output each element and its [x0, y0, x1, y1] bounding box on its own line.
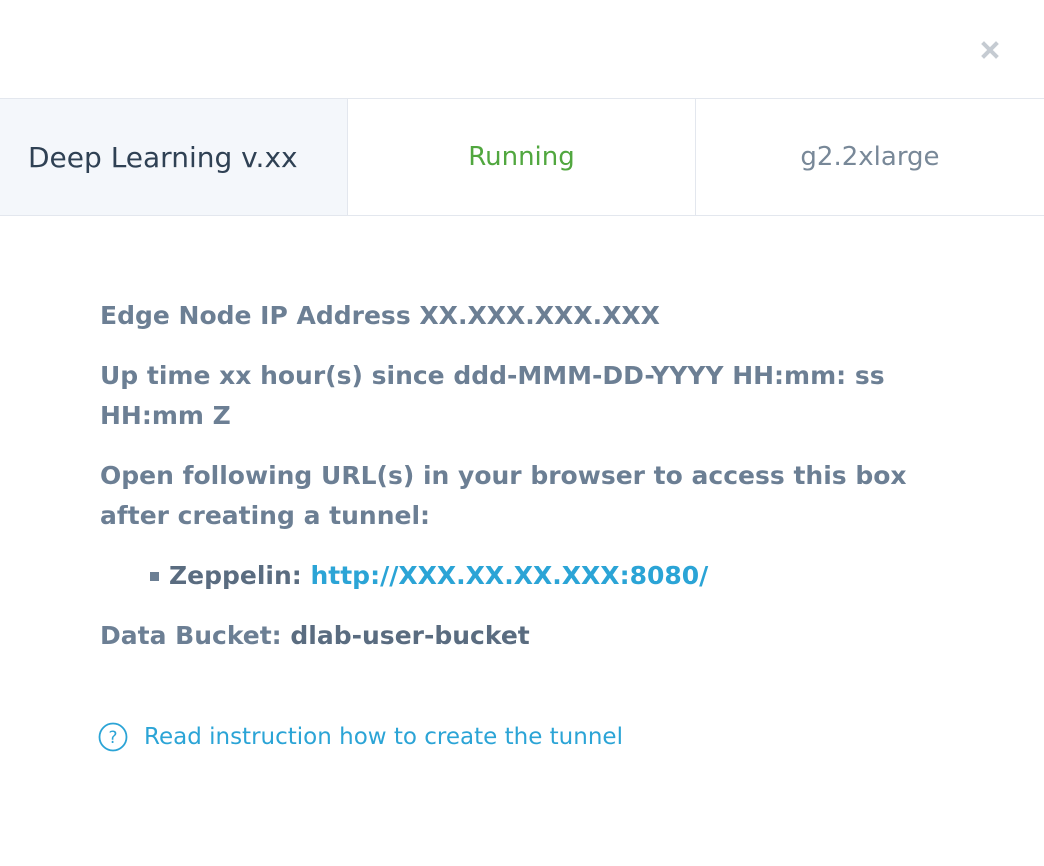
- instance-details-dialog: Deep Learning v.xx Running g2.2xlarge Ed…: [0, 0, 1044, 866]
- svg-text:?: ?: [108, 728, 117, 748]
- close-button[interactable]: [976, 36, 1004, 64]
- instance-status: Running: [348, 99, 696, 215]
- tunnel-help-link[interactable]: ? Read instruction how to create the tun…: [98, 722, 623, 752]
- question-circle-icon: ?: [98, 722, 128, 752]
- zeppelin-url-link[interactable]: http://XXX.XX.XX.XXX:8080/: [310, 556, 708, 596]
- edge-node-ip: Edge Node IP Address XX.XXX.XXX.XXX: [100, 301, 660, 330]
- instance-header: Deep Learning v.xx Running g2.2xlarge: [0, 98, 1044, 216]
- bucket-label: Data Bucket:: [100, 621, 282, 650]
- uptime-text: Up time xx hour(s) since ddd-MMM-DD-YYYY…: [100, 361, 885, 430]
- bucket-value: dlab-user-bucket: [290, 621, 530, 650]
- url-label: Zeppelin:: [169, 561, 302, 590]
- instance-name: Deep Learning v.xx: [0, 99, 348, 215]
- instance-shape: g2.2xlarge: [800, 142, 940, 172]
- url-list: Zeppelin: http://XXX.XX.XX.XXX:8080/: [100, 556, 980, 596]
- tunnel-help-text[interactable]: Read instruction how to create the tunne…: [144, 724, 623, 750]
- instance-info: Edge Node IP Address XX.XXX.XXX.XXX Up t…: [100, 296, 980, 676]
- bullet-icon: [150, 571, 159, 581]
- close-icon: [981, 41, 999, 59]
- data-bucket: Data Bucket: dlab-user-bucket: [100, 616, 980, 656]
- list-item: Zeppelin: http://XXX.XX.XX.XXX:8080/: [150, 556, 980, 596]
- urls-intro: Open following URL(s) in your browser to…: [100, 461, 907, 530]
